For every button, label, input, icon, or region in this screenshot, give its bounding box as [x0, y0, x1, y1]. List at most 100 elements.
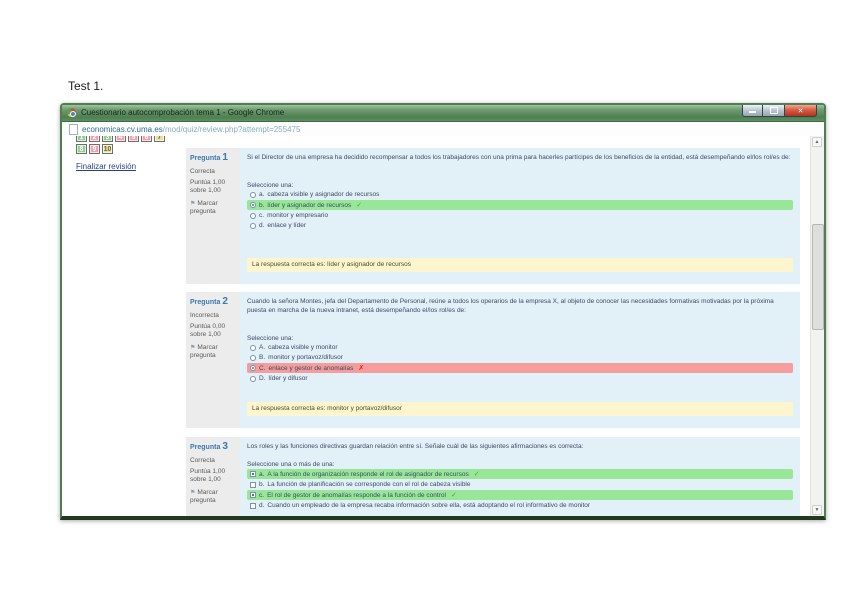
- option-key: a.: [259, 471, 264, 478]
- radio-icon: [250, 223, 256, 229]
- quiz-nav-row-1: 1 2 3 4 5 6 7: [76, 136, 167, 142]
- question-title: Pregunta2: [190, 296, 236, 309]
- option-key: B.: [259, 354, 265, 361]
- answer-option-selected-correct[interactable]: b.líder y asignador de recursos✓: [247, 200, 793, 210]
- scrollbar-thumb[interactable]: [812, 224, 824, 330]
- option-key: D.: [259, 375, 266, 382]
- scroll-down-arrow[interactable]: ▼: [812, 505, 822, 515]
- quiz-nav-row-2: 8 9 10: [76, 144, 167, 154]
- question-title: Pregunta3: [190, 441, 236, 454]
- correct-answer-feedback: La respuesta correcta es: líder y asigna…: [247, 258, 793, 272]
- checkbox-checked-icon: [250, 471, 256, 477]
- answer-option[interactable]: d.enlace y líder: [247, 221, 793, 230]
- option-text: monitor y portavoz/difusor: [268, 354, 343, 361]
- option-key: a.: [259, 191, 264, 198]
- question-body: Los roles y las funciones directivas gua…: [240, 437, 800, 516]
- option-text: monitor y empresario: [267, 212, 328, 219]
- answer-option[interactable]: d.Cuando un empleado de la empresa recab…: [247, 501, 793, 510]
- maximize-button[interactable]: [763, 105, 784, 117]
- option-key: b.: [259, 202, 264, 209]
- select-prompt: Seleccione una:: [247, 182, 793, 189]
- question-grade: Puntúa 1,00 sobre 1,00: [190, 468, 236, 484]
- option-key: A.: [259, 344, 265, 351]
- page-icon: [69, 124, 78, 135]
- question-body: Cuando la señora Montes, jefa del Depart…: [240, 292, 800, 428]
- option-text: enlace y gestor de anomalías: [269, 365, 354, 372]
- flag-icon: ⚑: [190, 490, 195, 496]
- radio-icon: [250, 192, 256, 198]
- nav-question-3[interactable]: 3: [102, 136, 113, 142]
- option-key: d.: [259, 222, 264, 229]
- window-controls: ✕: [742, 105, 817, 117]
- answer-option[interactable]: a.cabeza visible y asignador de recursos: [247, 190, 793, 199]
- radio-checked-icon: [250, 202, 256, 208]
- answer-option[interactable]: B.monitor y portavoz/difusor: [247, 353, 793, 362]
- url-text[interactable]: economicas.cv.uma.es/mod/quiz/review.php…: [82, 125, 300, 134]
- checkbox-icon: [250, 503, 256, 509]
- nav-question-8[interactable]: 8: [76, 144, 87, 154]
- nav-question-4[interactable]: 4: [115, 136, 126, 142]
- option-text: líder y difusor: [269, 375, 308, 382]
- question-body: Si el Director de una empresa ha decidid…: [240, 148, 800, 284]
- quiz-navigation: 1 2 3 4 5 6 7 8 9 10 Finalizar revisión: [76, 136, 167, 174]
- minimize-button[interactable]: [742, 105, 763, 117]
- option-key: c.: [259, 492, 264, 499]
- question-label: Pregunta: [190, 155, 220, 162]
- nav-question-10[interactable]: 10: [102, 144, 113, 154]
- flag-question-button[interactable]: ⚑Marcar pregunta: [190, 489, 236, 506]
- window-titlebar[interactable]: Cuestionario autocomprobación tema 1 - G…: [62, 105, 824, 122]
- answer-option-selected-correct[interactable]: a.A la función de organización responde …: [247, 469, 793, 479]
- chrome-favicon-icon: [67, 108, 76, 117]
- option-text: enlace y líder: [267, 222, 306, 229]
- correct-check-icon: ✓: [356, 201, 362, 209]
- finish-review-link[interactable]: Finalizar revisión: [76, 162, 136, 171]
- flag-icon: ⚑: [190, 345, 195, 351]
- nav-question-1[interactable]: 1: [76, 136, 87, 142]
- nav-question-7[interactable]: 7: [154, 136, 165, 142]
- maximize-icon: [770, 107, 778, 114]
- scroll-up-arrow[interactable]: ▲: [812, 137, 822, 147]
- question-status: Incorrecta: [190, 312, 236, 320]
- question-info: Pregunta1 Correcta Puntúa 1,00 sobre 1,0…: [186, 148, 240, 284]
- vertical-scrollbar[interactable]: ▲ ▼: [810, 136, 824, 516]
- question-number: 1: [222, 152, 228, 163]
- question-grade: Puntúa 0,00 sobre 1,00: [190, 323, 236, 339]
- question-text: Si el Director de una empresa ha decidid…: [247, 153, 793, 162]
- radio-icon: [250, 376, 256, 382]
- nav-question-2[interactable]: 2: [89, 136, 100, 142]
- page-content: 1 2 3 4 5 6 7 8 9 10 Finalizar revisión: [62, 136, 824, 516]
- answer-option[interactable]: D.líder y difusor: [247, 374, 793, 383]
- window-title: Cuestionario autocomprobación tema 1 - G…: [81, 108, 284, 117]
- answer-option[interactable]: b.La función de planificación se corresp…: [247, 480, 793, 489]
- answer-option[interactable]: c.monitor y empresario: [247, 211, 793, 220]
- radio-icon: [250, 355, 256, 361]
- flag-question-button[interactable]: ⚑Marcar pregunta: [190, 344, 236, 361]
- option-text: A la función de organización responde el…: [267, 471, 468, 478]
- minimize-icon: [749, 111, 756, 113]
- select-prompt: Seleccione una o más de una:: [247, 461, 793, 468]
- option-key: C.: [259, 365, 266, 372]
- checkbox-checked-icon: [250, 492, 256, 498]
- browser-window: Cuestionario autocomprobación tema 1 - G…: [60, 103, 826, 520]
- answer-option-selected-incorrect[interactable]: C.enlace y gestor de anomalías ✗: [247, 363, 793, 373]
- option-text: El rol de gestor de anomalías responde a…: [267, 492, 446, 499]
- question-info: Pregunta3 Correcta Puntúa 1,00 sobre 1,0…: [186, 437, 240, 516]
- option-text: La función de planificación se correspon…: [267, 481, 470, 488]
- nav-question-5[interactable]: 5: [128, 136, 139, 142]
- question-panel-1: Pregunta1 Correcta Puntúa 1,00 sobre 1,0…: [186, 148, 800, 284]
- correct-answer-feedback: La respuesta correcta es: monitor y port…: [247, 402, 793, 416]
- nav-question-6[interactable]: 6: [141, 136, 152, 142]
- question-label: Pregunta: [190, 444, 220, 451]
- incorrect-cross-icon: ✗: [358, 364, 364, 372]
- nav-question-9[interactable]: 9: [89, 144, 100, 154]
- question-number: 3: [222, 441, 228, 452]
- answer-option-selected-correct[interactable]: c.El rol de gestor de anomalías responde…: [247, 490, 793, 500]
- radio-checked-icon: [250, 365, 256, 371]
- flag-question-button[interactable]: ⚑Marcar pregunta: [190, 200, 236, 217]
- question-number: 2: [222, 296, 228, 307]
- document-page: Test 1. Cuestionario autocomprobación te…: [0, 0, 848, 599]
- question-info: Pregunta2 Incorrecta Puntúa 0,00 sobre 1…: [186, 292, 240, 428]
- close-button[interactable]: ✕: [784, 105, 817, 117]
- answer-option[interactable]: A.cabeza visible y monitor: [247, 343, 793, 352]
- option-text: Cuando un empleado de la empresa recaba …: [267, 502, 590, 509]
